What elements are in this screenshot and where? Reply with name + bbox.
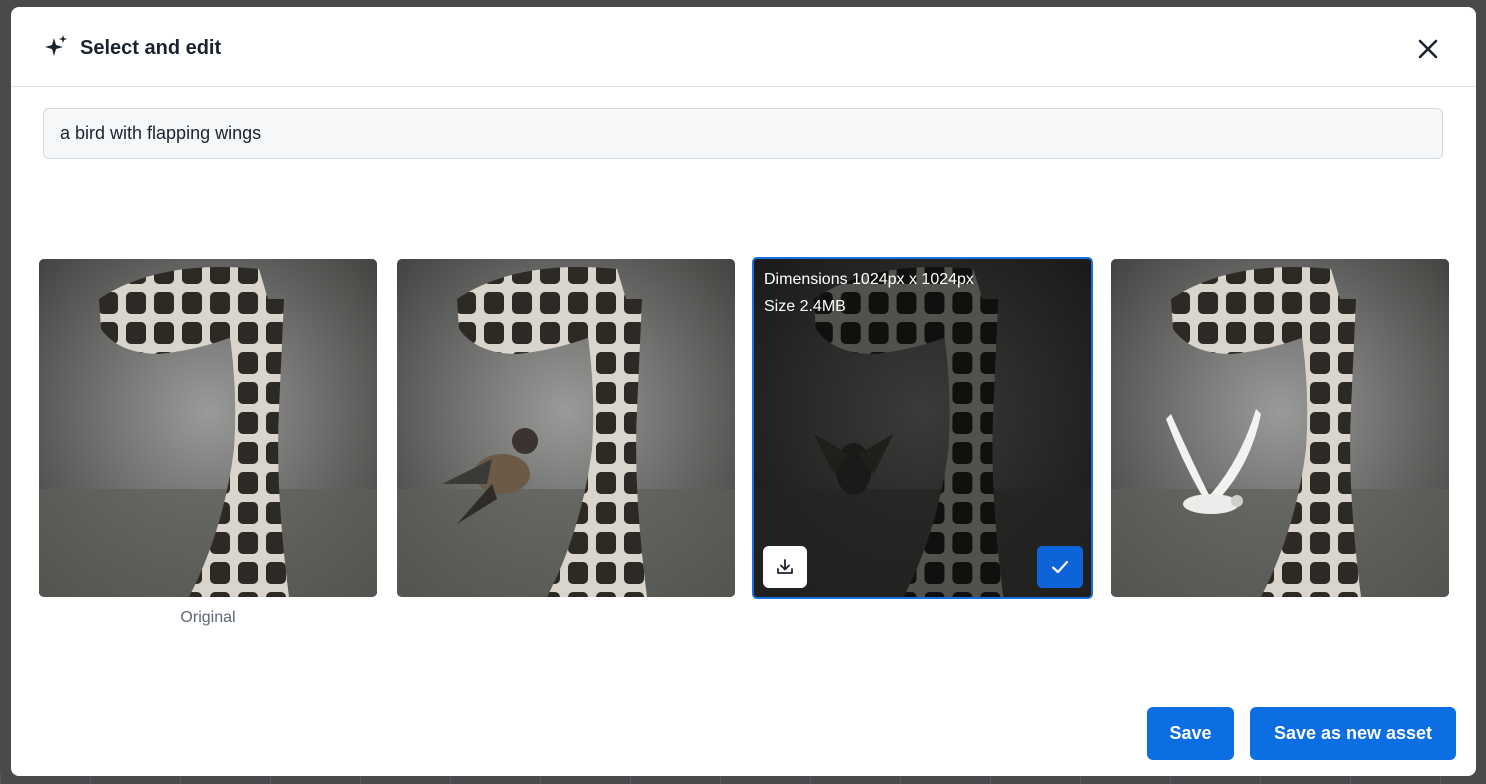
save-button[interactable]: Save — [1147, 707, 1234, 760]
giraffe-with-sparrow-photo — [397, 259, 735, 597]
download-icon — [777, 559, 793, 574]
dialog-title: Select and edit — [80, 37, 222, 59]
save-as-new-asset-button[interactable]: Save as new asset — [1250, 707, 1456, 760]
size-label: Size 2.4MB — [764, 298, 846, 315]
check-icon — [1051, 560, 1069, 574]
image-tile-variant[interactable] — [1111, 259, 1449, 597]
original-caption: Original — [180, 609, 236, 626]
giraffe-with-gull-photo — [1111, 259, 1449, 597]
close-icon[interactable] — [1414, 35, 1442, 63]
dialog-header: Select and edit — [11, 7, 1476, 87]
sparkle-icon — [45, 35, 67, 56]
download-button[interactable] — [763, 546, 807, 588]
giraffe-photo — [39, 259, 377, 597]
select-check-button[interactable] — [1037, 546, 1083, 588]
image-tile-variant[interactable] — [397, 259, 735, 597]
select-and-edit-dialog: Select and edit Original — [11, 7, 1476, 776]
prompt-input[interactable] — [43, 108, 1443, 159]
image-tile-selected[interactable]: Dimensions 1024px x 1024px Size 2.4MB — [752, 257, 1093, 599]
image-tile-original[interactable] — [39, 259, 377, 597]
dimensions-label: Dimensions 1024px x 1024px — [764, 271, 974, 288]
